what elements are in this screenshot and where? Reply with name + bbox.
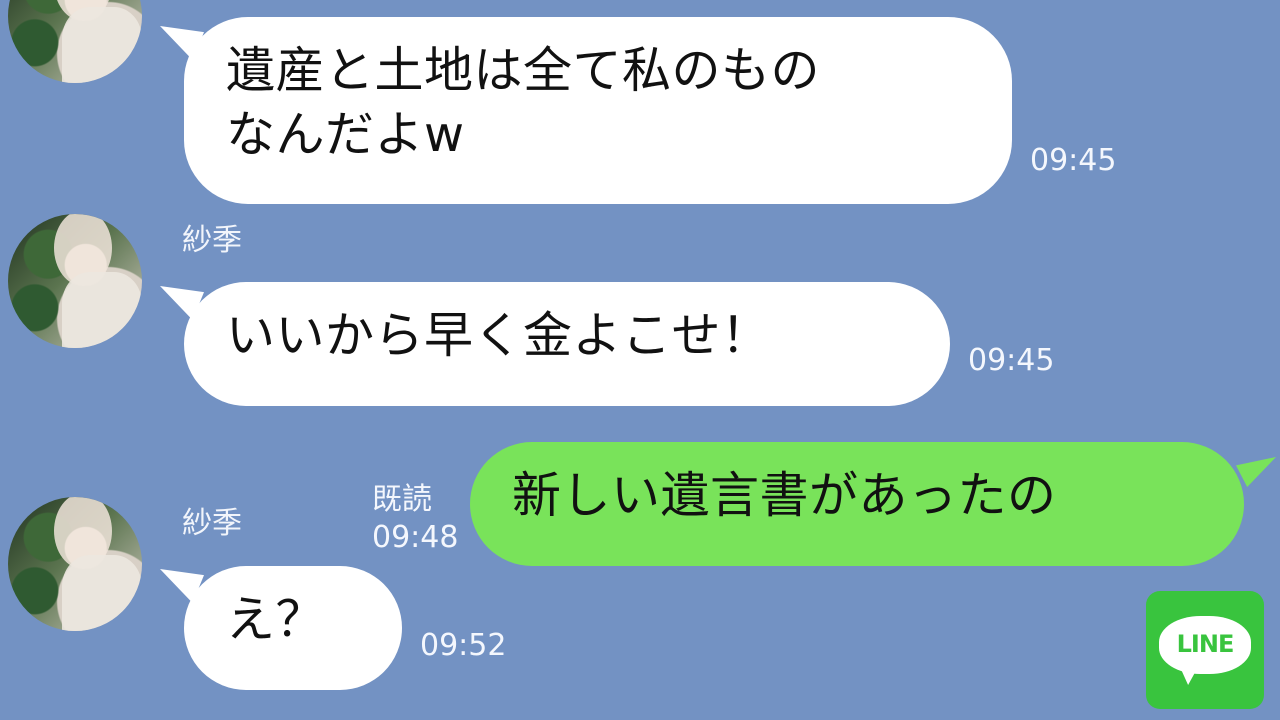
avatar[interactable]	[8, 0, 142, 83]
chat-area: 遺産と土地は全て私のもの なんだよw 09:45 紗季 いいから早く金よこせ！ …	[0, 0, 1280, 720]
message-bubble-incoming-2: いいから早く金よこせ！	[184, 282, 950, 406]
message-bubble-outgoing: 新しい遺言書があったの	[470, 442, 1244, 566]
line-logo-icon: LINE	[1146, 591, 1264, 709]
message-time: 09:52	[420, 628, 507, 663]
message-bubble-incoming-3: え？	[184, 566, 402, 690]
sender-name: 紗季	[182, 223, 242, 258]
line-logo-text: LINE	[1176, 630, 1235, 658]
read-receipt: 既読 09:48	[372, 481, 458, 557]
message-time: 09:45	[1030, 143, 1117, 178]
outgoing-bubble-tail-icon	[1236, 457, 1276, 487]
avatar[interactable]	[8, 214, 142, 348]
avatar[interactable]	[8, 497, 142, 631]
sender-name: 紗季	[182, 506, 242, 541]
line-logo-tail-icon	[1180, 667, 1198, 685]
message-bubble-incoming-1: 遺産と土地は全て私のもの なんだよw	[184, 17, 1012, 204]
message-time: 09:48	[372, 520, 459, 555]
message-time: 09:45	[968, 343, 1055, 378]
read-status: 既読	[372, 482, 432, 517]
